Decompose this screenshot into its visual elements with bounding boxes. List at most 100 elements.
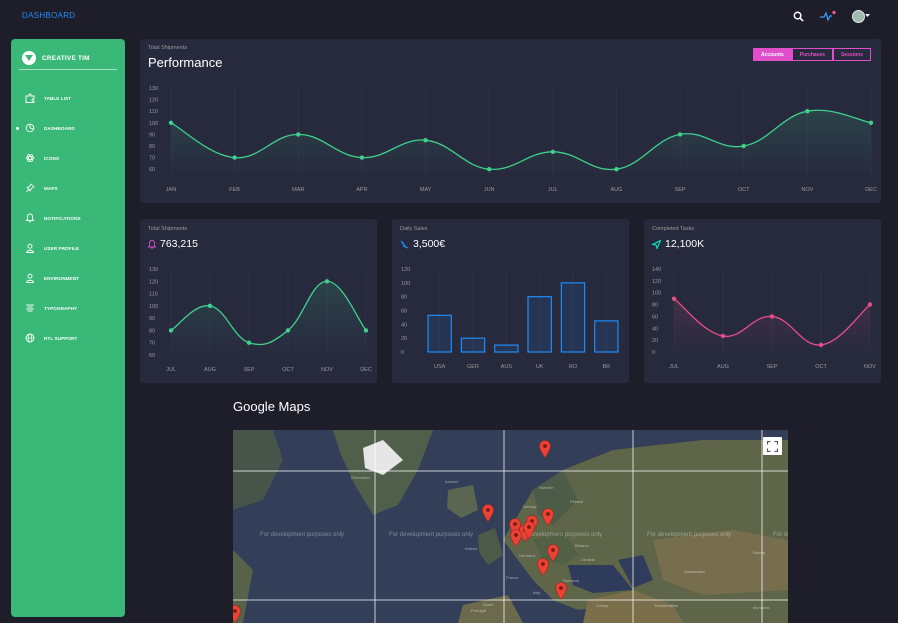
y-tick-label: 120 bbox=[149, 98, 158, 104]
sidebar-item-notifications[interactable]: NOTIFICATIONS bbox=[11, 203, 125, 233]
sidebar-item-dashboard[interactable]: DASHBOARD bbox=[11, 113, 125, 143]
data-point-jun[interactable] bbox=[486, 167, 492, 172]
map-marker[interactable] bbox=[555, 582, 567, 601]
map-place-label: Ukraine bbox=[581, 557, 595, 562]
bar-br[interactable] bbox=[594, 320, 619, 353]
sales-card: Daily Sales 3,500€ 120 100 80 60 40 20 0 USA GER… bbox=[392, 219, 629, 383]
y-tick-label: 120 bbox=[401, 267, 410, 273]
map-marker[interactable] bbox=[537, 558, 549, 577]
google-map[interactable]: For development purposes only For develo… bbox=[233, 430, 788, 623]
y-tick-label: 90 bbox=[149, 132, 155, 138]
map-place-label: Greenland bbox=[351, 475, 370, 480]
map-pin-icon bbox=[482, 504, 494, 523]
data-point-oct[interactable] bbox=[818, 342, 824, 348]
map-place-label: Russia bbox=[753, 550, 766, 555]
sidebar-item-environment[interactable]: ENVIRONMENT bbox=[11, 263, 125, 293]
bar-usa[interactable] bbox=[427, 314, 452, 353]
x-tick-label: SEP bbox=[243, 367, 254, 373]
x-tick-label: FEB bbox=[229, 187, 240, 193]
logo-text: CREATIVE TIM bbox=[42, 54, 90, 62]
world-icon bbox=[25, 333, 35, 343]
map-marker[interactable] bbox=[539, 440, 551, 459]
data-point-aug[interactable] bbox=[614, 167, 619, 172]
data-point-mar[interactable] bbox=[296, 132, 301, 137]
chart-pie-icon bbox=[25, 123, 35, 133]
map-marker[interactable] bbox=[482, 504, 494, 523]
sidebar-item-user-profile[interactable]: USER PROFILE bbox=[11, 233, 125, 263]
bar-uk[interactable] bbox=[527, 296, 552, 353]
data-point-jul[interactable] bbox=[168, 328, 174, 333]
y-tick-label: 0 bbox=[652, 350, 655, 356]
bar-aus[interactable] bbox=[494, 344, 519, 353]
map-marker[interactable] bbox=[523, 521, 535, 540]
data-point-aug[interactable] bbox=[207, 303, 213, 309]
map-place-label: Mongolia bbox=[753, 605, 770, 610]
y-tick-label: 40 bbox=[401, 322, 407, 328]
sales-chart: 120 100 80 60 40 20 0 USA GER AUS UK RO BR bbox=[401, 267, 619, 370]
y-tick-label: 80 bbox=[652, 303, 658, 309]
data-point-sep[interactable] bbox=[246, 340, 252, 345]
x-tick-label: JUL bbox=[166, 367, 176, 373]
sidebar-item-typography[interactable]: TYPOGRAPHY bbox=[11, 293, 125, 323]
x-tick-label: NOV bbox=[864, 364, 876, 370]
data-point-feb[interactable] bbox=[232, 155, 237, 160]
activity-icon[interactable] bbox=[820, 8, 836, 24]
sidebar-item-label: TYPOGRAPHY bbox=[44, 305, 78, 311]
user-icon bbox=[25, 243, 35, 253]
map-watermark: For development purposes only bbox=[260, 532, 345, 538]
data-point-apr[interactable] bbox=[359, 155, 365, 160]
fullscreen-icon bbox=[767, 440, 778, 452]
map-watermark: For development purposes only bbox=[773, 532, 788, 538]
map-place-label: Finland bbox=[570, 499, 584, 504]
data-point-oct[interactable] bbox=[285, 328, 291, 333]
data-point-jul[interactable] bbox=[550, 149, 556, 154]
atom-icon bbox=[25, 153, 35, 163]
data-point-jan[interactable] bbox=[168, 120, 174, 126]
fullscreen-button[interactable] bbox=[763, 437, 782, 455]
sidebar-item-label: TABLE LIST bbox=[44, 95, 72, 101]
data-point-oct[interactable] bbox=[741, 143, 746, 149]
map-marker[interactable] bbox=[542, 508, 554, 527]
maps-title: Google Maps bbox=[233, 399, 311, 414]
sidebar-item-table-list[interactable]: TABLE LIST bbox=[11, 83, 125, 113]
data-point-nov[interactable] bbox=[867, 302, 873, 307]
sidebar-item-label: MAPS bbox=[44, 185, 58, 191]
data-point-may[interactable] bbox=[423, 138, 428, 143]
sidebar-item-label: RTL SUPPORT bbox=[44, 335, 78, 341]
y-tick-label: 60 bbox=[401, 309, 407, 315]
bar-ro[interactable] bbox=[560, 282, 586, 353]
navbar-actions bbox=[790, 8, 872, 24]
navbar-brand[interactable]: DASHBOARD bbox=[22, 11, 75, 20]
user-avatar-menu[interactable] bbox=[850, 8, 872, 24]
x-tick-label: OCT bbox=[738, 187, 750, 193]
map-marker[interactable] bbox=[510, 529, 522, 548]
data-point-sep[interactable] bbox=[769, 314, 775, 319]
sidebar-logo[interactable]: CREATIVE TIM bbox=[11, 39, 125, 69]
data-point-nov[interactable] bbox=[805, 109, 810, 114]
map-place-label: Turkey bbox=[596, 603, 609, 608]
y-tick-label: 60 bbox=[149, 353, 155, 359]
map-pin-icon bbox=[542, 508, 554, 527]
data-point-jul[interactable] bbox=[671, 296, 677, 301]
data-point-nov[interactable] bbox=[324, 279, 330, 284]
y-tick-label: 130 bbox=[149, 86, 158, 92]
data-point-aug[interactable] bbox=[720, 333, 726, 339]
y-tick-label: 20 bbox=[652, 338, 658, 344]
top-navbar: DASHBOARD bbox=[0, 0, 898, 32]
map-marker[interactable] bbox=[233, 605, 241, 623]
sidebar-item-rtl-support[interactable]: RTL SUPPORT bbox=[11, 323, 125, 353]
data-point-dec[interactable] bbox=[868, 120, 874, 126]
x-tick-label: JAN bbox=[166, 187, 176, 193]
data-point-dec[interactable] bbox=[363, 328, 369, 333]
tasks-chart: 140 120 100 80 60 40 20 0 JUL AUG SEP OCT NOV bbox=[652, 267, 876, 370]
data-point-sep[interactable] bbox=[677, 132, 683, 137]
sidebar-item-icons[interactable]: ICONS bbox=[11, 143, 125, 173]
sidebar-item-maps[interactable]: MAPS bbox=[11, 173, 125, 203]
bar-ger[interactable] bbox=[460, 337, 486, 353]
search-icon[interactable] bbox=[790, 8, 806, 24]
series-area bbox=[171, 110, 871, 175]
y-tick-label: 110 bbox=[149, 109, 158, 115]
map-pin-icon bbox=[555, 582, 567, 601]
y-tick-label: 120 bbox=[652, 279, 661, 285]
map-place-label: Spain bbox=[483, 602, 494, 607]
